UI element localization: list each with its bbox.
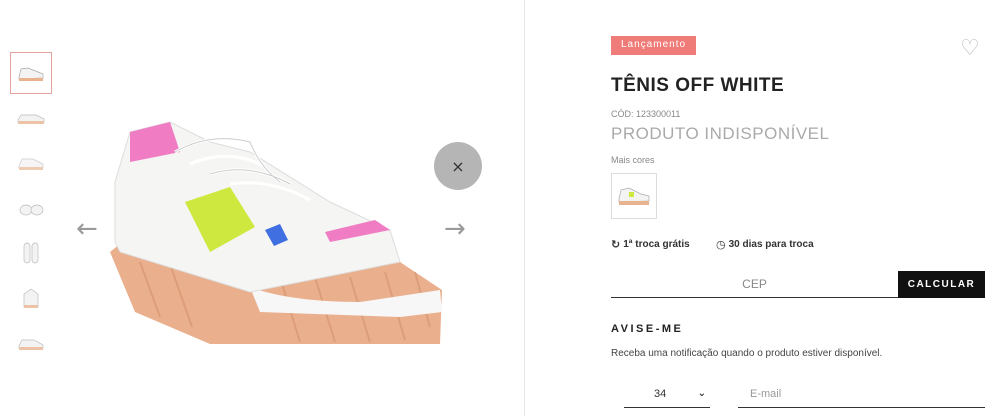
calculate-button[interactable]: CALCULAR — [898, 271, 985, 298]
product-title: TÊNIS OFF WHITE — [611, 75, 785, 96]
clock-icon: ◷ — [716, 238, 726, 251]
notify-heading: AVISE-ME — [611, 323, 684, 335]
thumbnail-sole[interactable] — [10, 187, 52, 229]
cep-input[interactable] — [611, 271, 898, 297]
thumbnail-side[interactable] — [10, 97, 52, 139]
product-image — [110, 121, 442, 344]
swap-icon: ↻ — [611, 238, 621, 251]
chevron-down-icon: ⌄ — [697, 388, 706, 399]
launch-badge: Lançamento — [611, 36, 697, 55]
thumbnail-front[interactable] — [10, 52, 52, 94]
perk-label: 1ª troca grátis — [623, 239, 690, 250]
more-colors-label: Mais cores — [611, 155, 655, 165]
exchange-window-perk: ◷ 30 dias para troca — [716, 238, 814, 251]
arrow-right-icon[interactable]: → — [444, 216, 466, 242]
thumbnail-back[interactable] — [10, 142, 52, 184]
size-select[interactable]: 34 ⌄ — [624, 380, 710, 408]
product-gallery: ← × → — [0, 0, 525, 416]
thumbnail-detail[interactable] — [10, 277, 52, 319]
product-code: CÓD: 123300011 — [611, 109, 681, 119]
close-icon: × — [451, 156, 465, 176]
size-value: 34 — [654, 387, 667, 400]
shipping-calculator: CALCULAR — [611, 271, 985, 298]
thumbnail-top[interactable] — [10, 232, 52, 274]
color-swatch[interactable] — [611, 173, 657, 219]
email-field[interactable] — [738, 380, 985, 408]
heart-outline-icon[interactable]: ♡ — [960, 36, 980, 61]
thumbnail-pair[interactable] — [10, 322, 52, 364]
arrow-left-icon[interactable]: ← — [76, 216, 98, 242]
close-button[interactable]: × — [434, 142, 482, 190]
availability-status: PRODUTO INDISPONÍVEL — [611, 124, 830, 143]
notify-description: Receba uma notificação quando o produto … — [611, 348, 883, 359]
free-exchange-perk: ↻ 1ª troca grátis — [611, 238, 690, 251]
thumbnail-list — [10, 52, 54, 367]
perk-label: 30 dias para troca — [728, 239, 814, 250]
